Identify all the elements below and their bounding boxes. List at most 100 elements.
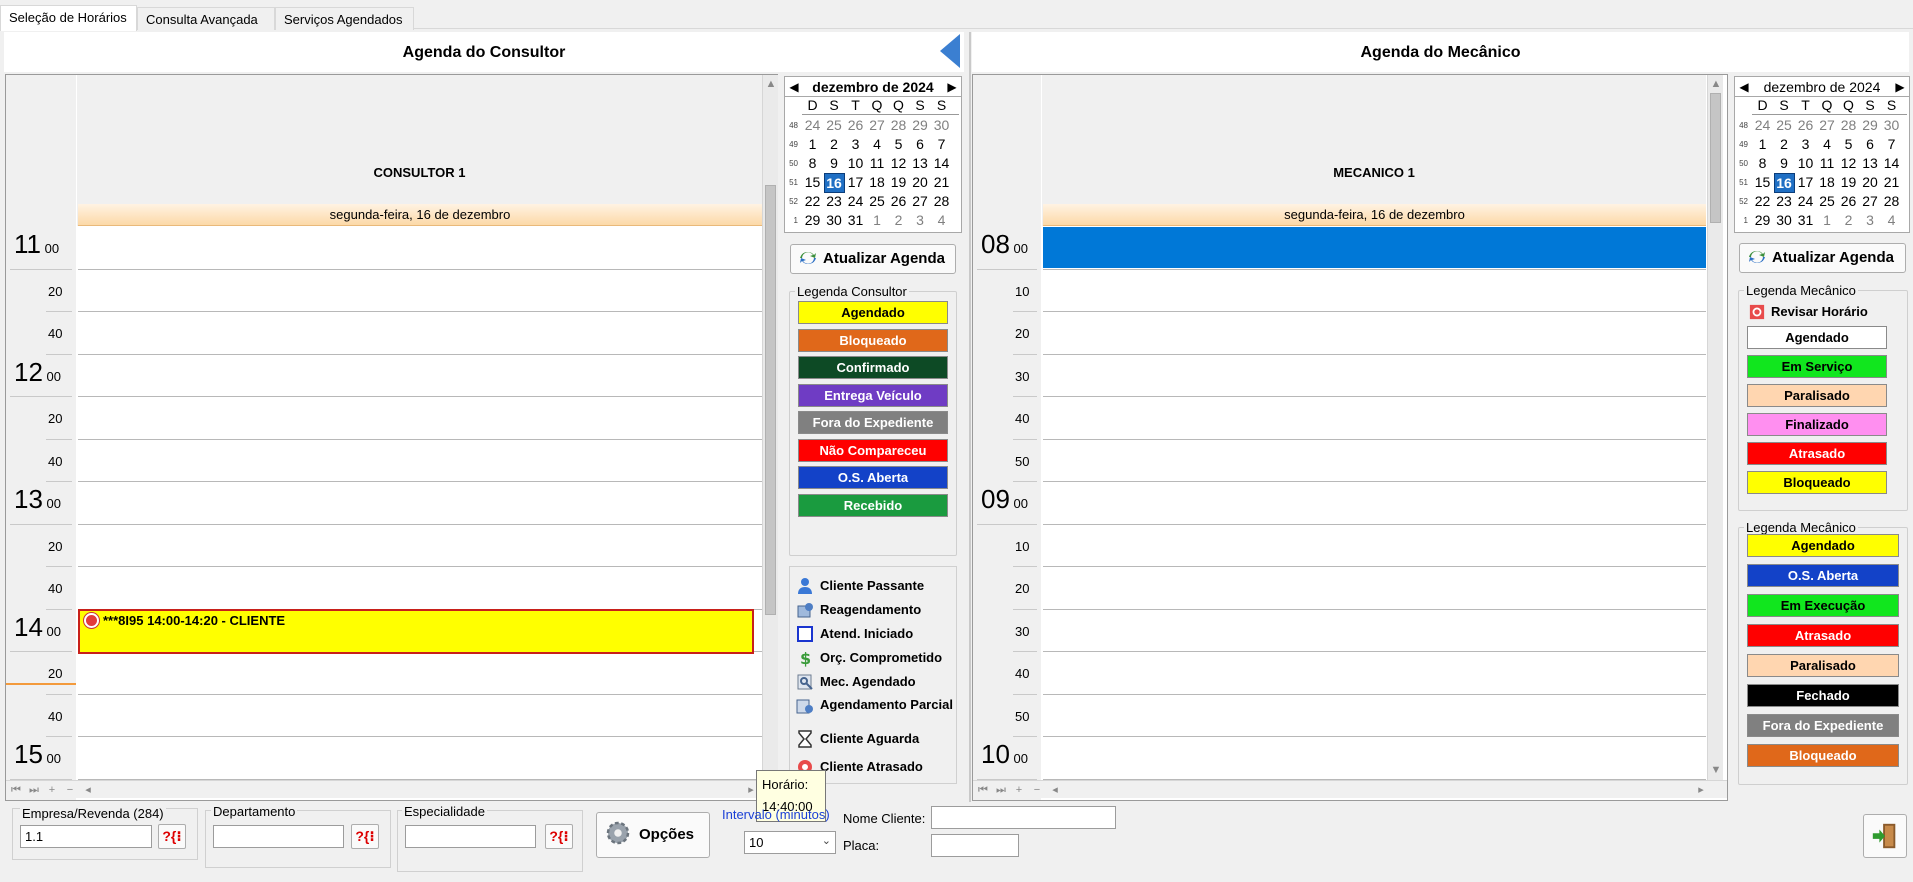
calendar-day[interactable]: 4 (931, 211, 952, 229)
consultor-time-slot-row[interactable] (78, 737, 762, 780)
appointment-block[interactable]: ***8I95 14:00-14:20 - CLIENTE (78, 609, 754, 654)
first-record-icon[interactable]: ⏮ (975, 781, 991, 799)
calendar-day[interactable]: 17 (1795, 173, 1816, 191)
consultor-time-slot-row[interactable] (78, 482, 762, 525)
previous-arrow-icon[interactable] (940, 34, 960, 68)
calendar-day[interactable]: 10 (1795, 154, 1816, 172)
scroll-down-icon[interactable]: ▼ (1708, 761, 1724, 779)
consultor-time-slot-row[interactable] (78, 439, 762, 482)
calendar-day[interactable]: 8 (1752, 154, 1773, 172)
calendar-day[interactable]: 21 (1881, 173, 1902, 191)
calendar-next-icon[interactable]: ▶ (1893, 77, 1907, 97)
calendar-day[interactable]: 30 (824, 211, 845, 229)
calendar-day[interactable]: 4 (1817, 135, 1838, 153)
calendar-day[interactable]: 22 (802, 192, 823, 210)
consultor-time-slot-row[interactable] (78, 652, 762, 695)
calendar-day[interactable]: 1 (802, 135, 823, 153)
scroll-left-icon[interactable]: ◂ (1047, 781, 1063, 799)
consultor-time-slot-row[interactable] (78, 397, 762, 440)
scroll-right-icon[interactable]: ▸ (1693, 781, 1709, 799)
consultor-time-slot-row[interactable] (78, 524, 762, 567)
consultor-refresh-button[interactable]: Atualizar Agenda (790, 244, 956, 274)
calendar-day[interactable]: 4 (1881, 211, 1902, 229)
calendar-day[interactable]: 10 (845, 154, 866, 172)
scroll-thumb[interactable] (1710, 93, 1721, 223)
calendar-day[interactable]: 15 (802, 173, 823, 191)
calendar-day[interactable]: 2 (1838, 211, 1859, 229)
calendar-day[interactable]: 30 (1774, 211, 1795, 229)
calendar-day[interactable]: 31 (1795, 211, 1816, 229)
consultor-time-slot-row[interactable] (78, 269, 762, 312)
scroll-thumb[interactable] (765, 185, 776, 615)
calendar-day[interactable]: 22 (1752, 192, 1773, 210)
tab-servicos-agendados[interactable]: Serviços Agendados (275, 7, 414, 30)
mecanico-time-slot-row[interactable] (1043, 524, 1706, 567)
calendar-day[interactable]: 3 (1795, 135, 1816, 153)
calendar-day[interactable]: 25 (824, 116, 845, 134)
calendar-day[interactable]: 5 (888, 135, 909, 153)
remove-icon[interactable]: − (62, 781, 78, 799)
mecanico-time-slot-row[interactable] (1043, 652, 1706, 695)
calendar-day[interactable]: 26 (845, 116, 866, 134)
mecanico-mini-calendar[interactable]: ◀ dezembro de 2024 ▶ D S T Q Q S S 48 24 25 26 27 28… (1734, 76, 1910, 233)
calendar-day[interactable]: 2 (824, 135, 845, 153)
calendar-day[interactable]: 26 (888, 192, 909, 210)
mecanico-time-slot-row[interactable] (1043, 609, 1706, 652)
calendar-day[interactable]: 6 (1860, 135, 1881, 153)
calendar-day[interactable]: 2 (888, 211, 909, 229)
scroll-left-icon[interactable]: ◂ (80, 781, 96, 799)
calendar-day[interactable]: 29 (910, 116, 931, 134)
calendar-day[interactable]: 5 (1838, 135, 1859, 153)
mecanico-time-slot-row[interactable] (1043, 312, 1706, 355)
calendar-day[interactable]: 12 (888, 154, 909, 172)
pane-splitter[interactable] (969, 32, 971, 802)
mecanico-horizontal-scrollbar[interactable]: ⏮ ⏭ + − ◂ ▸ (973, 780, 1727, 798)
calendar-day[interactable]: 15 (1752, 173, 1773, 191)
calendar-day[interactable]: 27 (867, 116, 888, 134)
calendar-day[interactable]: 29 (1860, 116, 1881, 134)
remove-icon[interactable]: − (1029, 781, 1045, 799)
empresa-lookup-button[interactable]: ?{⁝ (158, 824, 186, 849)
calendar-day[interactable]: 11 (1817, 154, 1838, 172)
last-record-icon[interactable]: ⏭ (26, 781, 42, 799)
scroll-up-icon[interactable]: ▲ (1708, 75, 1724, 93)
calendar-day[interactable]: 27 (1860, 192, 1881, 210)
calendar-day[interactable]: 16 (823, 173, 845, 193)
calendar-day[interactable]: 7 (1881, 135, 1902, 153)
mecanico-time-slot-row[interactable] (1043, 694, 1706, 737)
calendar-day[interactable]: 31 (845, 211, 866, 229)
calendar-next-icon[interactable]: ▶ (945, 77, 959, 97)
calendar-day[interactable]: 1 (1752, 135, 1773, 153)
calendar-day[interactable]: 17 (845, 173, 866, 191)
first-record-icon[interactable]: ⏮ (8, 781, 24, 799)
calendar-day[interactable]: 28 (1881, 192, 1902, 210)
calendar-day[interactable]: 25 (867, 192, 888, 210)
calendar-day[interactable]: 9 (824, 154, 845, 172)
add-icon[interactable]: + (1011, 781, 1027, 799)
calendar-day[interactable]: 28 (931, 192, 952, 210)
calendar-day[interactable]: 24 (845, 192, 866, 210)
calendar-day[interactable]: 27 (910, 192, 931, 210)
calendar-day[interactable]: 9 (1774, 154, 1795, 172)
mecanico-time-slot-row[interactable] (1043, 482, 1706, 525)
scroll-up-icon[interactable]: ▲ (763, 75, 779, 93)
calendar-day[interactable]: 7 (931, 135, 952, 153)
calendar-day[interactable]: 23 (1774, 192, 1795, 210)
nome-cliente-input[interactable] (931, 806, 1116, 829)
calendar-day[interactable]: 18 (867, 173, 888, 191)
especialidade-input[interactable] (405, 825, 536, 848)
last-record-icon[interactable]: ⏭ (993, 781, 1009, 799)
placa-input[interactable] (931, 834, 1019, 857)
calendar-day[interactable]: 25 (1817, 192, 1838, 210)
calendar-day[interactable]: 8 (802, 154, 823, 172)
consultor-time-slot-row[interactable] (78, 354, 762, 397)
calendar-day[interactable]: 14 (931, 154, 952, 172)
mecanico-time-slot-row[interactable] (1043, 737, 1706, 780)
calendar-day[interactable]: 23 (824, 192, 845, 210)
intervalo-select[interactable]: 10 ⌄ (744, 831, 836, 854)
mecanico-time-slot-row[interactable] (1043, 439, 1706, 482)
consultor-horizontal-scrollbar[interactable]: ⏮ ⏭ + − ◂ ▸ (6, 780, 777, 798)
calendar-day[interactable]: 3 (1860, 211, 1881, 229)
calendar-day[interactable]: 14 (1881, 154, 1902, 172)
calendar-day[interactable]: 3 (910, 211, 931, 229)
